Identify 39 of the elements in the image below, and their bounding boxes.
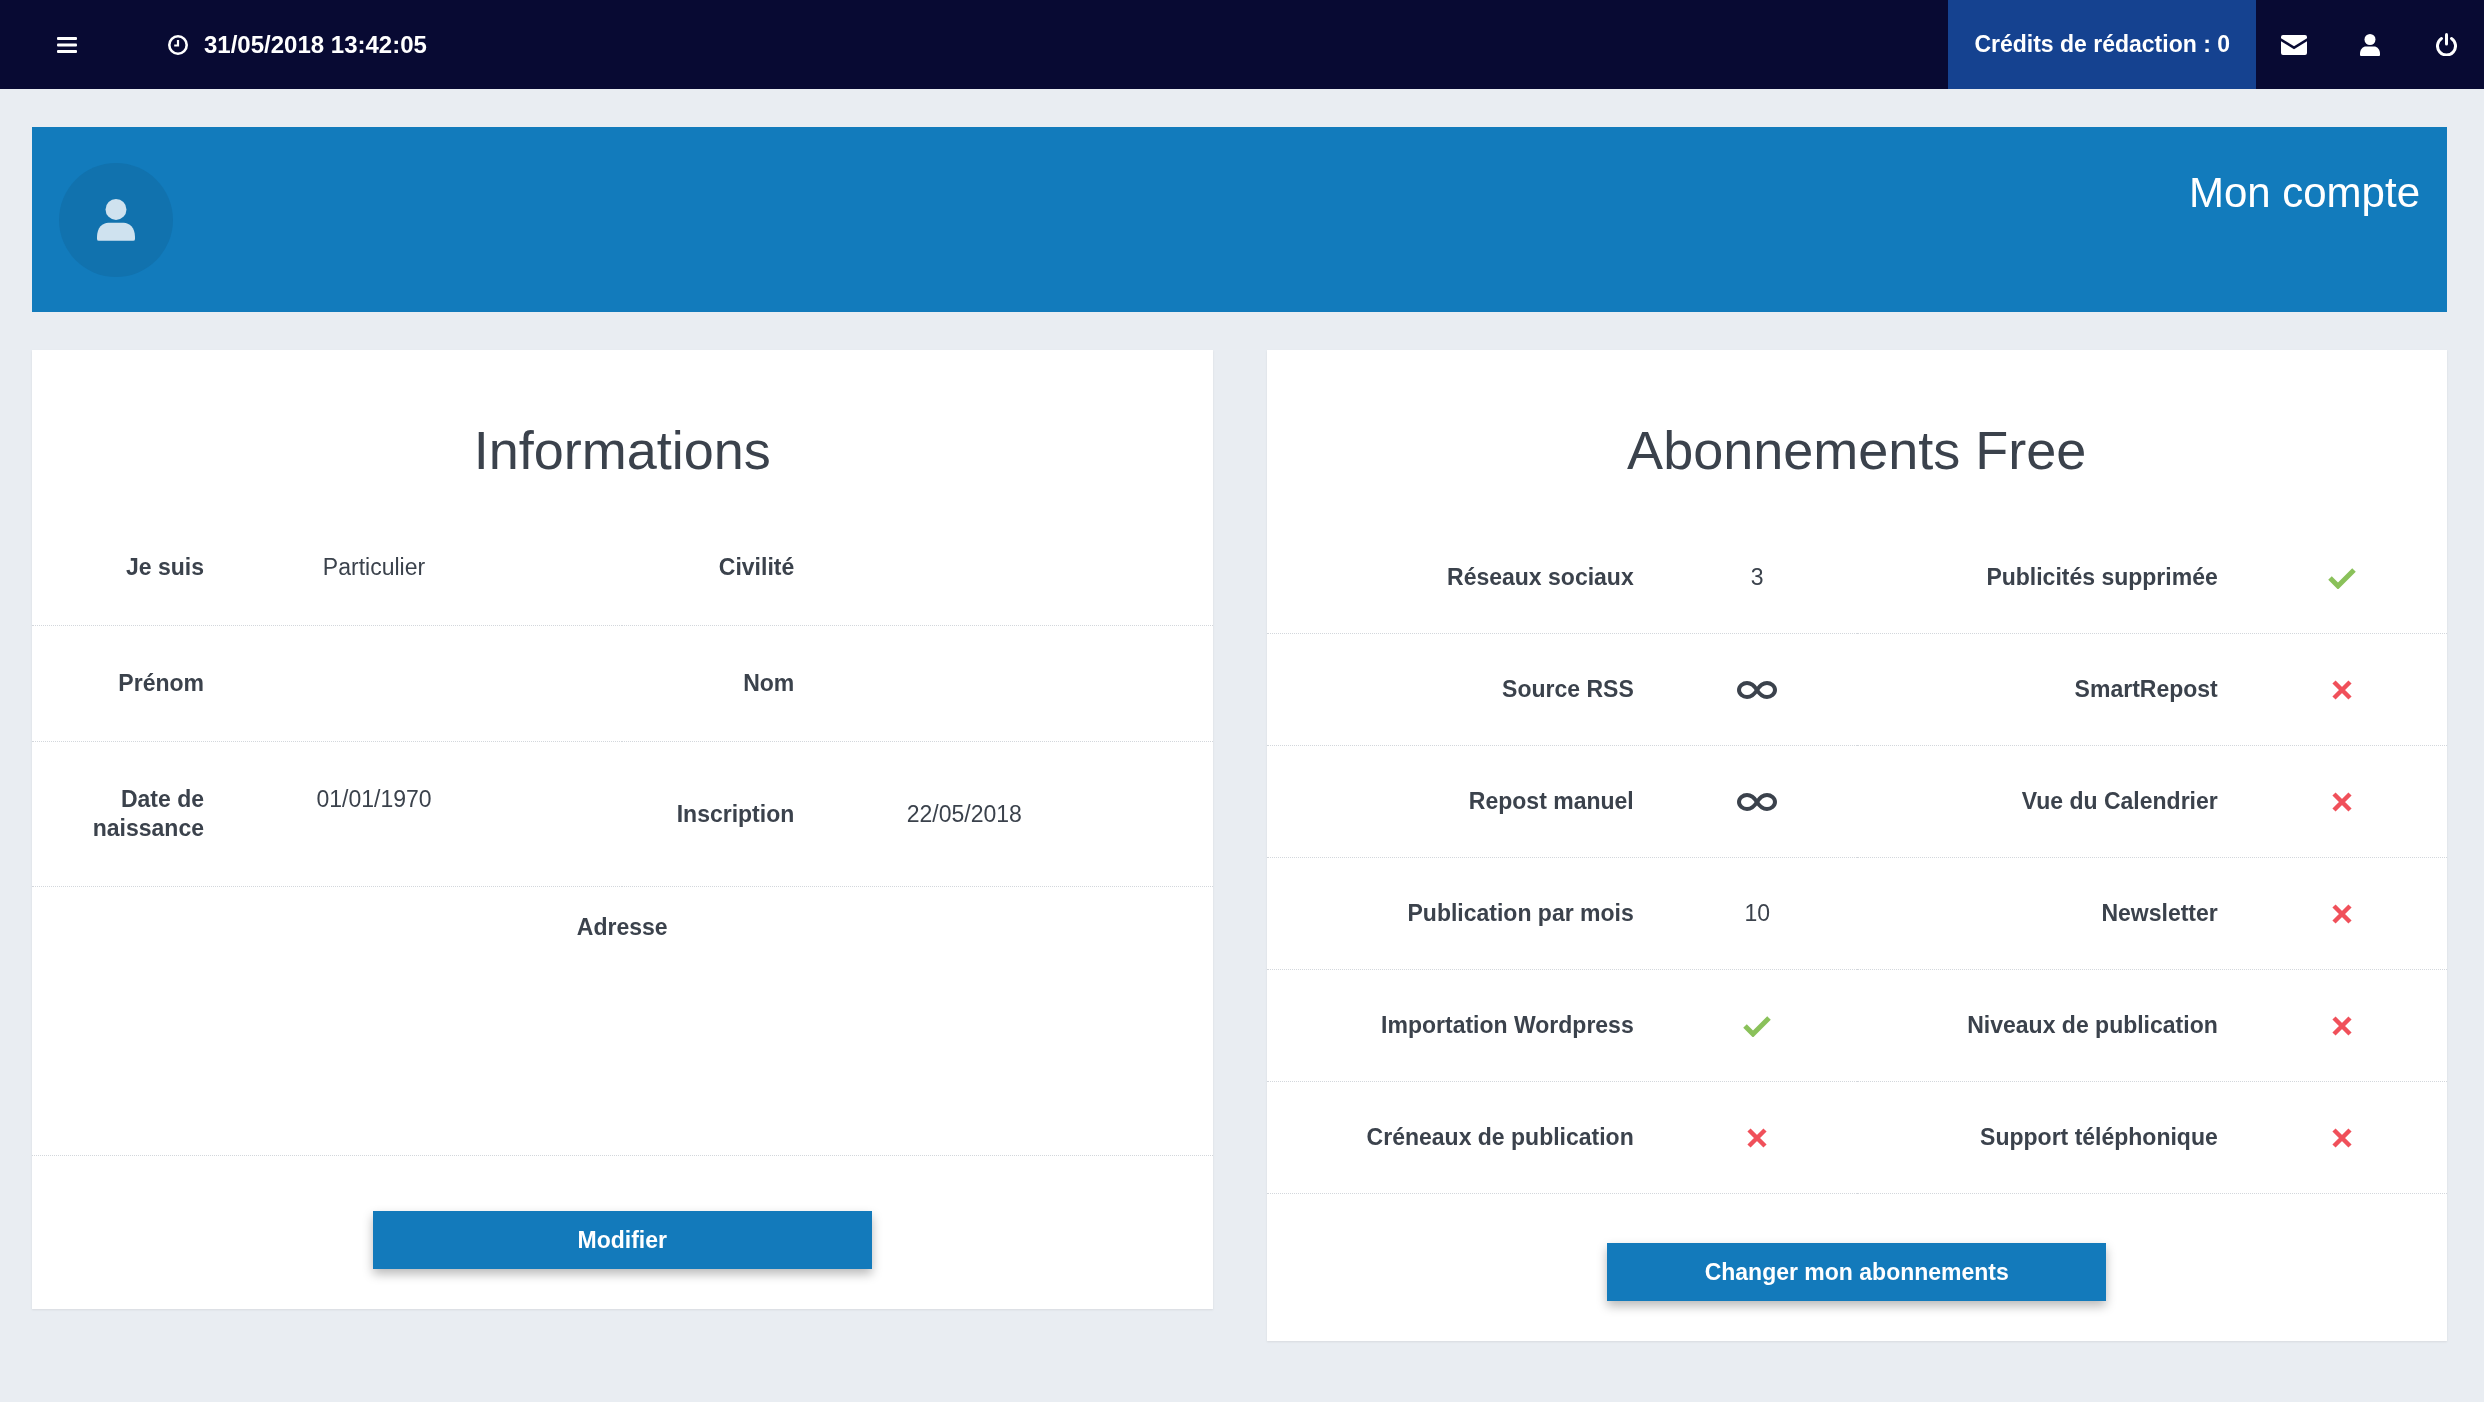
infinity-icon	[1737, 680, 1778, 699]
panel-title: Abonnements Free	[1627, 420, 2087, 480]
feature-label: Repost manuel	[1468, 788, 1634, 814]
feature-value: 10	[1744, 899, 1771, 928]
date-time: 31/05/2018 13:42:05	[204, 29, 427, 60]
feature-label: Créneaux de publication	[1366, 1124, 1634, 1150]
feature-label: Publication par mois	[1407, 900, 1634, 926]
avatar-icon	[59, 162, 173, 277]
field-value: 01/01/1970	[316, 786, 432, 812]
panel-title: Informations	[473, 420, 771, 480]
envelope-icon	[2281, 34, 2307, 55]
clock-icon	[168, 34, 188, 55]
field-label: Prénom	[118, 670, 204, 696]
feature-label: Réseaux sociaux	[1447, 564, 1634, 590]
edit-button[interactable]: Modifier	[372, 1211, 872, 1269]
power-icon	[2435, 32, 2457, 57]
feature-label: SmartRepost	[2074, 676, 2218, 702]
feature-label: Niveaux de publication	[1967, 1012, 2218, 1038]
field-value: 22/05/2018	[906, 800, 1022, 827]
menu-icon	[57, 36, 77, 53]
feature-label: Source RSS	[1502, 676, 1634, 702]
feature-value: 3	[1750, 563, 1764, 592]
infinity-icon	[1737, 792, 1778, 811]
feature-label: Importation Wordpress	[1381, 1012, 1634, 1038]
field-label: Inscription	[676, 800, 795, 827]
credits-counter: Crédits de rédaction : 0	[1948, 0, 2256, 89]
feature-label: Support téléphonique	[1980, 1124, 2218, 1150]
feature-label: Newsletter	[2101, 900, 2218, 926]
field-label: Adresse	[576, 914, 668, 940]
feature-label: Publicités supprimée	[1986, 564, 2218, 590]
field-label: Nom	[743, 670, 795, 696]
field-label: Je suis	[126, 554, 204, 580]
user-icon	[2360, 33, 2380, 56]
change-subscription-button[interactable]: Changer mon abonnements	[1607, 1243, 2107, 1301]
feature-label: Vue du Calendrier	[2021, 788, 2218, 814]
field-value: Particulier	[322, 554, 426, 580]
page-title: Mon compte	[2188, 168, 2420, 218]
field-label: Civilité	[718, 554, 795, 580]
field-label: Date de naissance	[92, 786, 204, 841]
